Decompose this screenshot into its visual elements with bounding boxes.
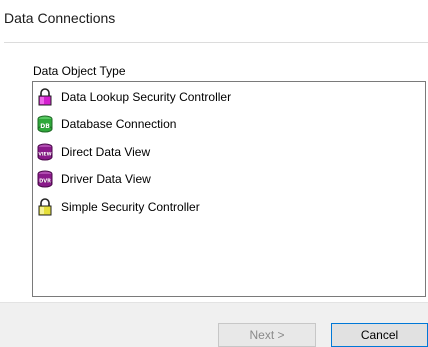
database-db-icon: DB (37, 115, 53, 133)
window-title: Data Connections (4, 10, 116, 26)
list-item-label: Data Lookup Security Controller (61, 90, 232, 104)
padlock-magenta-icon (38, 88, 52, 106)
view-icon: VIEW (37, 143, 53, 161)
view-icon-text: VIEW (38, 152, 51, 158)
list-item-direct-data-view[interactable]: VIEW Direct Data View (37, 142, 150, 162)
button-bar: Next > Cancel (0, 302, 428, 347)
cancel-button[interactable]: Cancel (331, 323, 428, 347)
data-object-type-label: Data Object Type (33, 64, 126, 78)
list-item-label: Direct Data View (61, 145, 151, 159)
next-button[interactable]: Next > (218, 323, 316, 347)
list-item-label: Driver Data View (61, 172, 151, 186)
data-object-type-listbox[interactable]: Data Lookup Security Controller DB Datab… (32, 81, 426, 297)
list-item-database-connection[interactable]: DB Database Connection (37, 114, 176, 134)
list-item-label: Simple Security Controller (61, 200, 200, 214)
list-item-data-lookup-security-controller[interactable]: Data Lookup Security Controller (37, 87, 231, 107)
list-item-simple-security-controller[interactable]: Simple Security Controller (37, 197, 200, 217)
list-item-label: Database Connection (61, 117, 177, 131)
list-item-driver-data-view[interactable]: DVR Driver Data View (37, 169, 151, 189)
padlock-yellow-icon (38, 198, 52, 216)
dvr-view-icon: DVR (37, 170, 53, 188)
db-icon-text: DB (40, 123, 50, 130)
dvr-icon-text: DVR (39, 179, 51, 185)
